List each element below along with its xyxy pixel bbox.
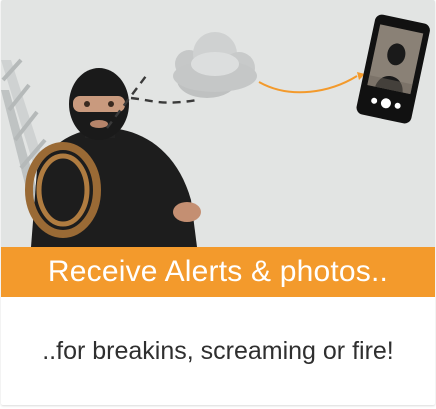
feature-card: Receive Alerts & photos.. ..for breakins… xyxy=(1,0,435,405)
card-subtitle: ..for breakins, screaming or fire! xyxy=(42,337,394,365)
smartphone-icon xyxy=(356,14,430,124)
arrow xyxy=(258,72,365,94)
cloud-icon xyxy=(173,32,257,98)
card-title: Receive Alerts & photos.. xyxy=(1,247,435,297)
feature-illustration xyxy=(1,0,435,247)
burglar-figure xyxy=(25,68,201,247)
